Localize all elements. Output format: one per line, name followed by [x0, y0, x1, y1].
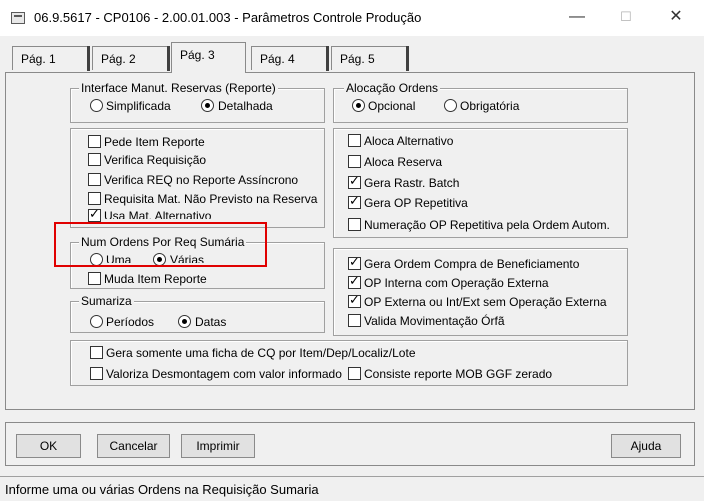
maximize-button[interactable]: ☐: [611, 6, 641, 28]
checkbox-gera-ordem-compra-beneficiamento[interactable]: [348, 255, 361, 271]
radio-obrigatoria[interactable]: [444, 99, 457, 112]
label-gera-op-repetitiva: Gera OP Repetitiva: [364, 196, 468, 210]
highlight-annotation: [54, 222, 267, 267]
checkbox-numeracao-op-repetitiva[interactable]: [348, 218, 361, 231]
tab-pag-3[interactable]: Pág. 3: [171, 42, 246, 73]
status-message: Informe uma ou várias Ordens na Requisiç…: [5, 482, 319, 497]
label-valida-movimentacao-orfa: Valida Movimentação Órfã: [364, 314, 505, 328]
label-op-externa-sem-operacao: OP Externa ou Int/Ext sem Operação Exter…: [364, 295, 607, 309]
label-valoriza-desmontagem: Valoriza Desmontagem com valor informado: [106, 367, 342, 381]
checkbox-gera-op-repetitiva[interactable]: [348, 194, 361, 210]
checkbox-op-externa-sem-operacao[interactable]: [348, 293, 361, 309]
radio-detalhada-label: Detalhada: [218, 99, 273, 113]
radio-opcional-label: Opcional: [368, 99, 416, 113]
checkbox-aloca-alternativo[interactable]: [348, 134, 361, 147]
label-muda-item-reporte: Muda Item Reporte: [104, 272, 207, 286]
radio-periodos-label: Períodos: [106, 315, 155, 329]
sumariza-legend: Sumariza: [79, 294, 134, 308]
tab-pag-5[interactable]: Pág. 5: [331, 46, 409, 71]
label-consiste-reporte-mob-ggf: Consiste reporte MOB GGF zerado: [364, 367, 553, 381]
radio-periodos[interactable]: [90, 315, 103, 328]
label-numeracao-op-repetitiva: Numeração OP Repetitiva pela Ordem Autom…: [364, 218, 610, 232]
ok-button[interactable]: OK: [16, 434, 81, 458]
label-op-interna-operacao-externa: OP Interna com Operação Externa: [364, 276, 549, 290]
cancel-button[interactable]: Cancelar: [97, 434, 170, 458]
checkbox-muda-item-reporte[interactable]: [88, 272, 101, 285]
tab-pag-1[interactable]: Pág. 1: [12, 46, 90, 71]
tab-pag-2[interactable]: Pág. 2: [92, 46, 170, 71]
checkbox-valoriza-desmontagem[interactable]: [90, 367, 103, 380]
window-title: 06.9.5617 - CP0106 - 2.00.01.003 - Parâm…: [34, 10, 422, 25]
label-aloca-alternativo: Aloca Alternativo: [364, 134, 454, 148]
checkbox-aloca-reserva[interactable]: [348, 155, 361, 168]
label-pede-item-reporte: Pede Item Reporte: [104, 135, 205, 149]
checkbox-op-interna-operacao-externa[interactable]: [348, 274, 361, 290]
label-usa-mat-alternativo: Usa Mat. Alternativo: [104, 209, 212, 219]
label-gera-ordem-compra-beneficiamento: Gera Ordem Compra de Beneficiamento: [364, 257, 580, 271]
radio-datas-label: Datas: [195, 315, 227, 329]
label-requisita-mat-nao-previsto: Requisita Mat. Não Previsto na Reserva: [104, 192, 318, 206]
checkbox-verifica-req-assincrono[interactable]: [88, 173, 101, 186]
radio-detalhada[interactable]: [201, 99, 214, 112]
radio-simplificada[interactable]: [90, 99, 103, 112]
help-button[interactable]: Ajuda: [611, 434, 681, 458]
close-button[interactable]: ✕: [661, 6, 691, 28]
minimize-button[interactable]: —: [562, 6, 592, 28]
checkbox-gera-ficha-cq[interactable]: [90, 346, 103, 359]
checkbox-pede-item-reporte[interactable]: [88, 135, 101, 148]
radio-opcional[interactable]: [352, 99, 365, 112]
label-verifica-req-assincrono: Verifica REQ no Reporte Assíncrono: [104, 173, 299, 187]
print-button[interactable]: Imprimir: [181, 434, 255, 458]
checkbox-valida-movimentacao-orfa[interactable]: [348, 314, 361, 327]
label-gera-rastr-batch: Gera Rastr. Batch: [364, 176, 460, 190]
checkbox-consiste-reporte-mob-ggf[interactable]: [348, 367, 361, 380]
radio-obrigatoria-label: Obrigatória: [460, 99, 520, 113]
label-verifica-requisicao: Verifica Requisição: [104, 153, 207, 167]
radio-datas[interactable]: [178, 315, 191, 328]
checkbox-verifica-requisicao[interactable]: [88, 153, 101, 166]
checkbox-gera-rastr-batch[interactable]: [348, 174, 361, 190]
label-aloca-reserva: Aloca Reserva: [364, 155, 443, 169]
checkbox-usa-mat-alternativo[interactable]: [88, 207, 101, 223]
interface-reservas-legend: Interface Manut. Reservas (Reporte): [79, 81, 278, 95]
tab-pag-4[interactable]: Pág. 4: [251, 46, 329, 71]
checkbox-requisita-mat-nao-previsto[interactable]: [88, 192, 101, 205]
alocacao-ordens-legend: Alocação Ordens: [344, 81, 441, 95]
app-window-icon: [11, 12, 25, 24]
label-gera-ficha-cq: Gera somente uma ficha de CQ por Item/De…: [106, 346, 416, 360]
radio-simplificada-label: Simplificada: [106, 99, 171, 113]
